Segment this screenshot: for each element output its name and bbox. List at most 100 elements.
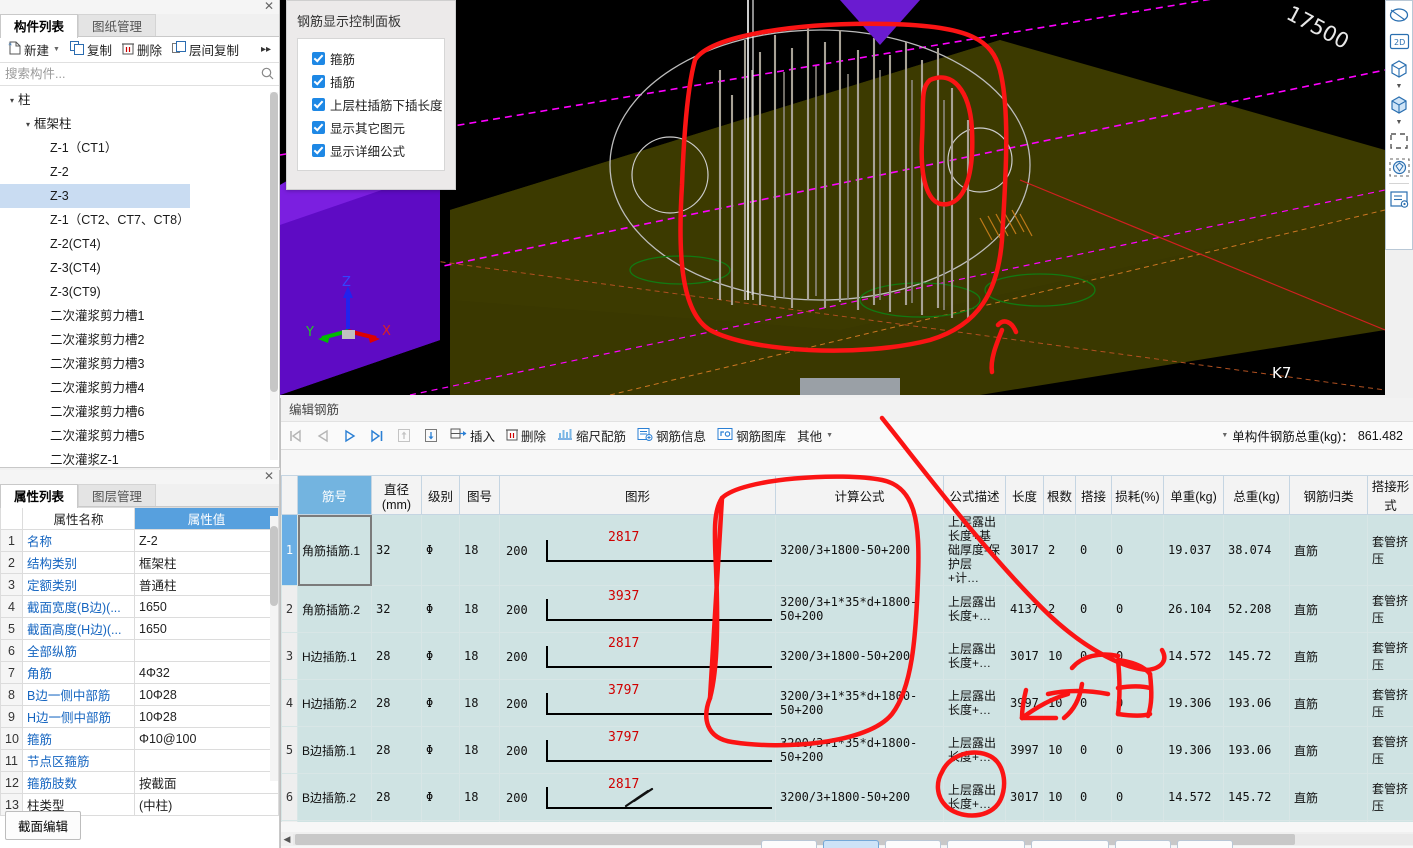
cell-unit-weight[interactable]: 19.306 [1163,726,1224,774]
copy-button[interactable]: 复制 [66,38,116,61]
tab-drawing-management[interactable]: 图纸管理 [78,14,157,36]
bottom-tab-3[interactable] [885,840,941,848]
cell-rebar-name[interactable]: H边插筋.1 [297,632,372,680]
move-up-icon[interactable] [391,426,417,445]
property-panel-tabs[interactable]: 属性列表 图层管理 [0,484,279,508]
search-icon[interactable] [261,67,274,83]
cell-count[interactable]: 2 [1043,514,1076,586]
cell-formula[interactable]: 3200/3+1*35*d+1800-50+200 [775,585,944,633]
bottom-tab-6[interactable] [1115,840,1171,848]
tree-item-9[interactable]: 二次灌浆剪力槽1 [0,304,279,328]
cell-shape[interactable]: 200 2817 [499,773,776,821]
cell-rebar-class[interactable]: 直筋 [1289,773,1368,821]
cell-unit-weight[interactable]: 14.572 [1163,632,1224,680]
insert-row-button[interactable]: 插入 [445,424,500,447]
tree-item-13[interactable]: 二次灌浆剪力槽6 [0,400,279,424]
grid-header-8[interactable]: 根数 [1043,475,1076,515]
cell-shape[interactable]: 200 3937 [499,585,776,633]
cell-count[interactable]: 4 [1043,820,1076,822]
cell-formula[interactable]: 3200/3+1800-50+200 [775,632,944,680]
grid-header-4[interactable]: 图形 [499,475,776,515]
property-scrollbar-thumb[interactable] [270,526,278,606]
property-row[interactable]: 10 箍筋 Φ10@100 [0,727,279,750]
cell-rebar-class[interactable]: 直筋 [1289,514,1368,586]
cell-loss[interactable]: 0 [1111,514,1164,586]
property-row-value[interactable]: 10Φ28 [134,705,279,728]
search-input[interactable] [0,63,279,85]
bottom-tab-strip[interactable] [761,840,1233,848]
table-row[interactable]: 3 H边插筋.1 28 Φ 18 200 2817 3200/3+1800-50+200 上层露… [281,632,1413,680]
cell-rebar-class[interactable]: 直筋 [1289,679,1368,727]
cell-count[interactable]: 10 [1043,632,1076,680]
cell-grade[interactable]: Φ [421,632,460,680]
scale-rebar-button[interactable]: 缩尺配筋 [552,424,631,447]
cell-total-weight[interactable]: 52.208 [1223,585,1290,633]
cell-drawing-no[interactable]: 195 [459,820,500,822]
section-edit-button[interactable]: 截面编辑 [5,811,82,840]
tree-item-3[interactable]: Z-2 [0,160,279,184]
table-row[interactable]: 1 角筋插筋.1 32 Φ 18 200 2817 3200/3+1800-50+200 上层露… [281,514,1413,586]
cell-rebar-class[interactable]: 箍筋 [1289,820,1368,822]
search-row[interactable] [0,63,279,86]
property-row-value[interactable]: 按截面 [134,771,279,794]
cell-shape[interactable]: 200 3797 [499,679,776,727]
component-tree[interactable]: ▾ 柱 ▾ 框架柱 Z-1（CT1） Z-2 Z-3 Z-1（CT2、CT7、CT8） Z-2(… [0,88,279,467]
tree-item-10[interactable]: 二次灌浆剪力槽2 [0,328,279,352]
move-down-icon[interactable] [418,426,444,445]
grid-header-1[interactable]: 直径(mm) [371,475,422,515]
scroll-left-icon[interactable]: ◀ [281,834,293,845]
cell-unit-weight[interactable]: 5.866 [1163,820,1224,822]
cell-rebar-class[interactable]: 直筋 [1289,585,1368,633]
table-row[interactable]: 6 B边插筋.2 28 Φ 18 200 2817 3200/3+1800-50+200 上层露… [281,773,1413,821]
tree-item-12[interactable]: 二次灌浆剪力槽4 [0,376,279,400]
other-menu-button[interactable]: 其他 ▼ [792,424,838,447]
tree-item-14[interactable]: 二次灌浆剪力槽5 [0,424,279,448]
checkbox-icon[interactable] [312,98,325,111]
cell-formula-desc[interactable]: 上层露出长度+… [943,679,1006,727]
cell-shape[interactable]: 15801580 [499,820,776,822]
tree-scrollbar-thumb[interactable] [270,92,278,392]
chevron-down-icon[interactable]: ▼ [1386,82,1412,91]
cell-drawing-no[interactable]: 18 [459,585,500,633]
cell-lap[interactable]: 0 [1075,632,1112,680]
cell-rebar-name[interactable]: 箍筋.1 [297,820,372,822]
tree-item-4[interactable]: Z-3 [0,184,190,208]
cell-grade[interactable]: Ф [421,820,460,822]
tree-item-0[interactable]: ▾ 柱 [0,88,279,112]
cell-unit-weight[interactable]: 19.306 [1163,679,1224,727]
cell-formula-desc[interactable]: 上层露出长度+基础厚度-保护层+计… [943,514,1006,586]
property-row[interactable]: 2 结构类别 框架柱 [0,551,279,574]
orbit-icon[interactable] [1386,1,1412,28]
chevron-down-icon-2[interactable]: ▼ [1386,118,1412,127]
property-row[interactable]: 4 截面宽度(B边)(... 1650 [0,595,279,618]
cell-formula-desc[interactable] [943,820,1006,822]
cell-lap[interactable]: 0 [1075,679,1112,727]
property-row[interactable]: 8 B边一侧中部筋 10Φ28 [0,683,279,706]
cell-lap[interactable]: 0 [1075,514,1112,586]
property-row-value[interactable]: 4Φ32 [134,661,279,684]
cell-count[interactable]: 2 [1043,585,1076,633]
cell-count[interactable]: 10 [1043,773,1076,821]
checkbox-icon[interactable] [312,75,325,88]
cell-diameter[interactable]: 32 [371,514,422,586]
cell-lap[interactable]: 0 [1075,773,1112,821]
property-row[interactable]: 1 名称 Z-2 [0,529,279,552]
cell-diameter[interactable]: 28 [371,726,422,774]
first-record-icon[interactable] [283,427,309,445]
cell-shape[interactable]: 200 2817 [499,514,776,586]
table-row[interactable]: 4 H边插筋.2 28 Φ 18 200 3797 3200/3+1*35*d+1800-50… [281,679,1413,727]
checkbox-row-1[interactable]: 插筋 [298,70,444,93]
cell-formula-desc[interactable]: 上层露出长度+… [943,773,1006,821]
cell-grade[interactable]: Φ [421,679,460,727]
cell-length[interactable]: 3017 [1005,632,1044,680]
cell-loss[interactable]: 0 [1111,820,1164,822]
cell-drawing-no[interactable]: 18 [459,514,500,586]
rebar-grid[interactable]: 筋号 直径(mm) 级别 图号 图形 计算公式 公式描述 长度 根数 搭接 损耗(%) 单重(kg) 总… [281,475,1413,822]
cell-unit-weight[interactable]: 26.104 [1163,585,1224,633]
tree-item-15[interactable]: 二次灌浆Z-1 [0,448,279,467]
property-row[interactable]: 9 H边一侧中部筋 10Φ28 [0,705,279,728]
tree-scrollbar[interactable] [270,92,278,460]
globe-select-icon[interactable] [1386,154,1412,181]
grid-header-9[interactable]: 搭接 [1075,475,1112,515]
cell-diameter[interactable]: 12 [371,820,422,822]
